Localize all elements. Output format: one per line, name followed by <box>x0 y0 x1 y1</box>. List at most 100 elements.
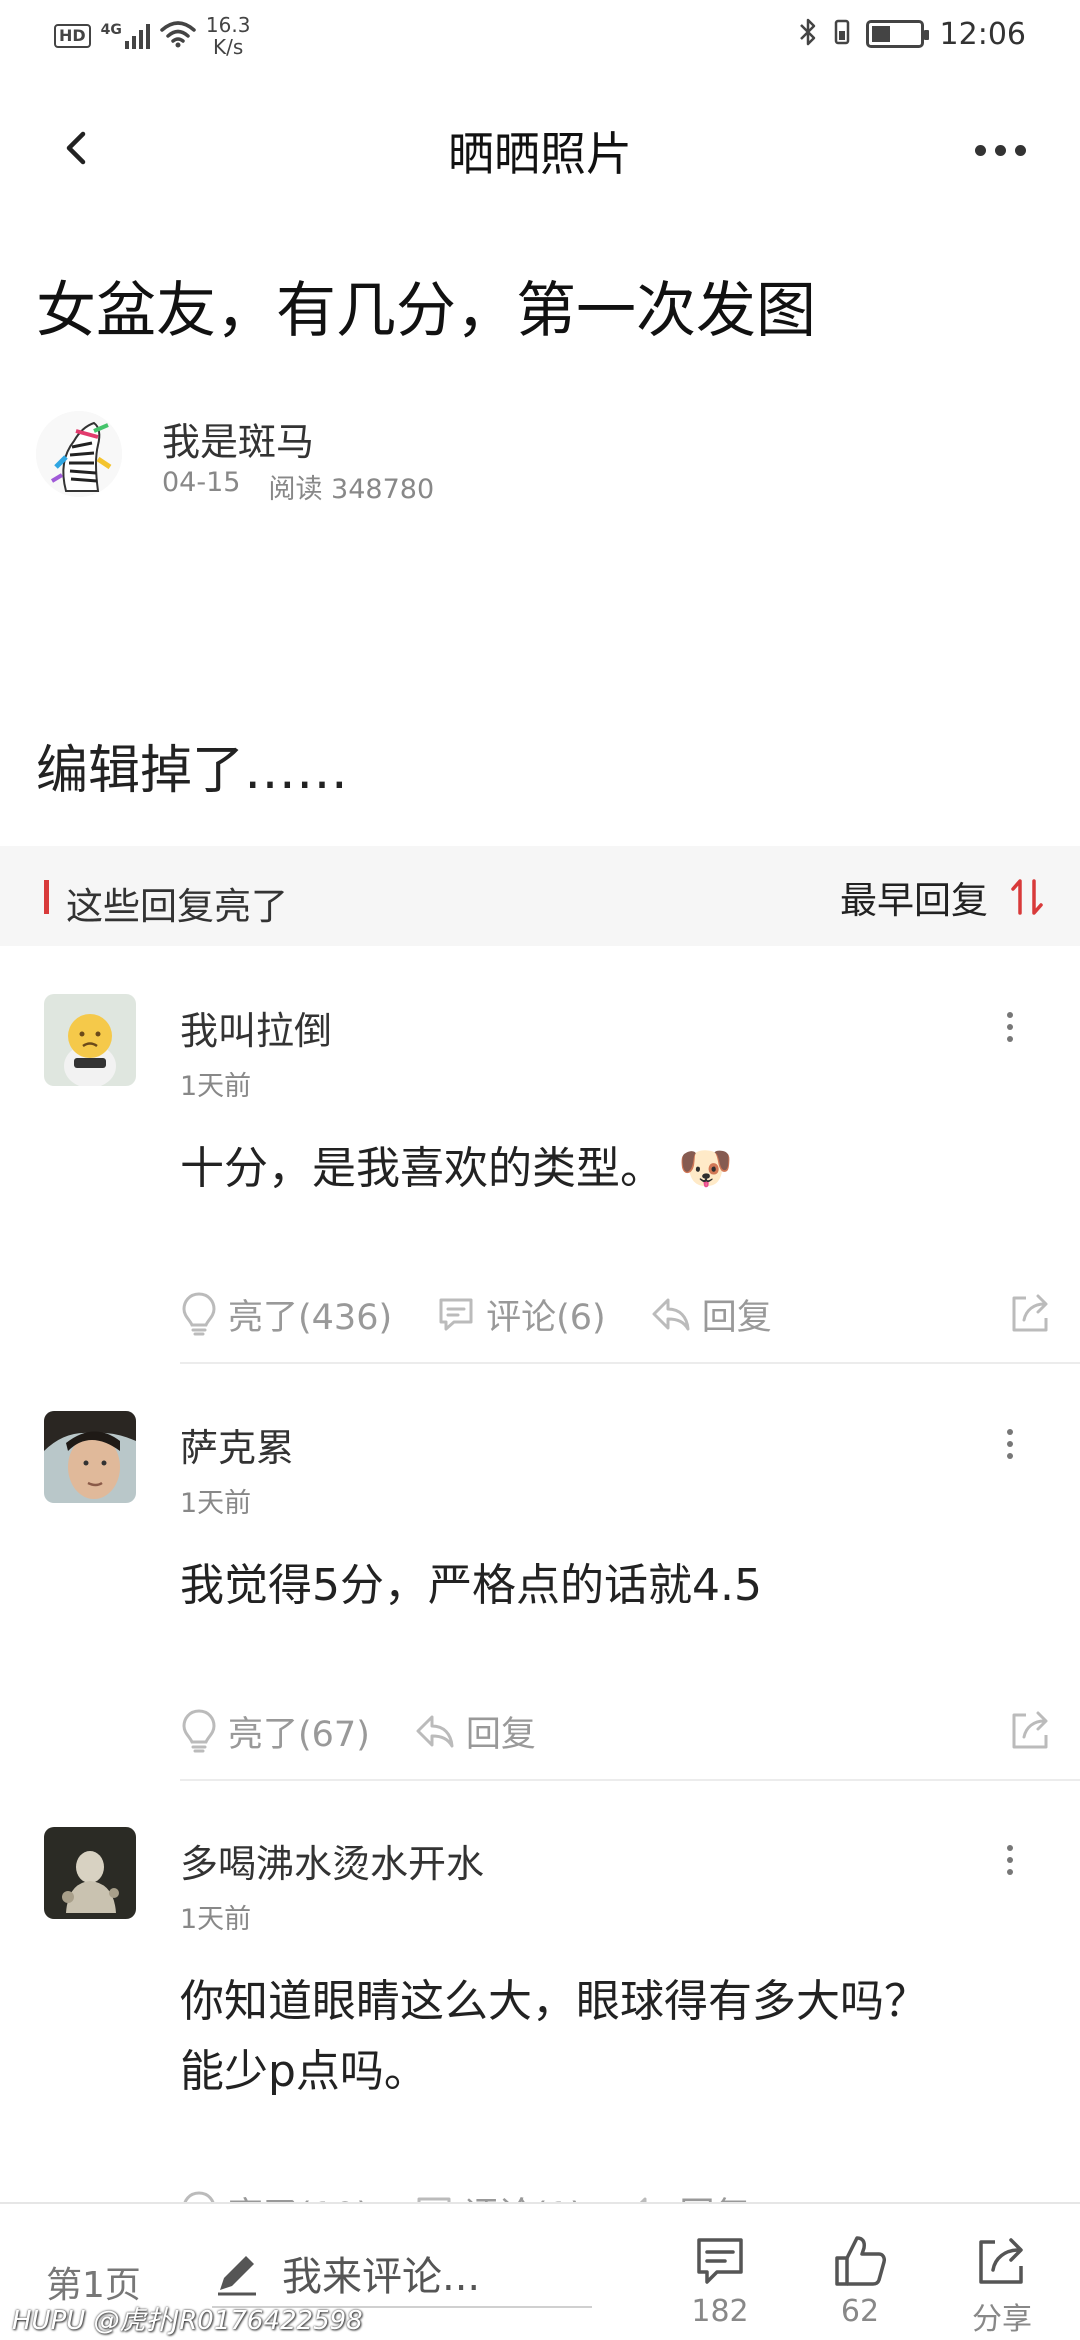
network-type: 4G <box>100 22 122 38</box>
portrait-avatar-icon <box>44 1411 136 1503</box>
comment-more-button[interactable] <box>990 1835 1030 1885</box>
reply-label: 回复 <box>701 1297 772 1338</box>
comment-item: 我叫拉倒 1天前 十分，是我喜欢的类型。 🐶 亮了(436) 评论(6) 回复 <box>0 994 1080 1414</box>
comment-button[interactable]: 评论(6) <box>436 1289 606 1340</box>
comment-text: 我觉得5分，严格点的话就4.5 <box>180 1560 762 1611</box>
commenter-avatar[interactable] <box>44 994 136 1086</box>
speed-value: 16.3 <box>205 13 251 37</box>
sort-arrows-icon <box>1011 879 1043 915</box>
dot <box>1007 1857 1013 1863</box>
dot <box>1007 1036 1013 1042</box>
share-icon <box>1012 1711 1048 1749</box>
share-button[interactable]: 分享 <box>962 2232 1042 2338</box>
reply-count: 182 <box>691 2294 749 2329</box>
lightbulb-icon <box>182 1292 216 1336</box>
like-button[interactable]: 62 <box>820 2232 900 2329</box>
commenter-name[interactable]: 多喝沸水烫水开水 <box>180 1833 484 1888</box>
author-avatar[interactable] <box>36 411 122 497</box>
battery-icon <box>865 20 929 48</box>
dot <box>1007 1429 1013 1435</box>
post-title: 女盆友，有几分，第一次发图 <box>36 276 816 346</box>
dot <box>1014 144 1026 156</box>
hd-badge: HD <box>54 24 91 48</box>
post-body: 编辑掉了…… <box>36 741 349 801</box>
comment-text: 你知道眼睛这么大，眼球得有多大吗？ 能少p点吗。 <box>180 1967 1040 2107</box>
post-author: 我是斑马 04-15 阅读 348780 <box>36 405 936 505</box>
light-count: 亮了(67) <box>228 1714 370 1755</box>
comment-actions: 亮了(436) 评论(6) 回复 <box>180 1284 1060 1344</box>
dot <box>1007 1024 1013 1030</box>
like-count: 62 <box>840 2294 880 2329</box>
comment-text-content: 十分，是我喜欢的类型。 <box>180 1143 664 1194</box>
light-button[interactable]: 亮了(67) <box>180 1706 370 1757</box>
zebra-avatar-icon <box>36 411 122 497</box>
dot <box>1007 1012 1013 1018</box>
network-speed: 16.3 K/s <box>206 14 251 58</box>
wifi-icon <box>160 20 196 52</box>
nav-header: 晒晒照片 <box>0 90 1080 200</box>
comment-input[interactable]: 我来评论... <box>212 2240 592 2308</box>
dot <box>994 144 1006 156</box>
dog-emoji-icon: 🐶 <box>678 1143 733 1194</box>
comment-more-button[interactable] <box>990 1002 1030 1052</box>
page-title: 晒晒照片 <box>448 127 632 181</box>
commenter-avatar[interactable] <box>44 1411 136 1503</box>
sort-toggle-button[interactable]: 最早回复 <box>840 870 1044 924</box>
sort-label: 最早回复 <box>840 879 988 922</box>
replies-button[interactable]: 182 <box>680 2232 760 2329</box>
photo-avatar-icon <box>44 1827 136 1919</box>
signal-icon: 4G <box>101 23 150 49</box>
post-date: 04-15 <box>162 467 241 498</box>
light-button[interactable]: 亮了(436) <box>180 1289 392 1340</box>
reply-button[interactable]: 回复 <box>414 1706 536 1757</box>
author-name[interactable]: 我是斑马 <box>162 411 314 466</box>
share-icon <box>979 2238 1023 2284</box>
bluetooth-icon <box>798 16 818 52</box>
divider <box>180 1362 1080 1364</box>
vibrate-icon <box>834 17 850 51</box>
dot <box>1007 1453 1013 1459</box>
section-accent-bar <box>44 880 49 914</box>
commenter-avatar[interactable] <box>44 1827 136 1919</box>
comment-actions: 亮了(67) 回复 <box>180 1701 1060 1761</box>
light-count: 亮了(436) <box>228 1297 393 1338</box>
comment-share-button[interactable] <box>1008 1290 1054 1340</box>
thumbs-up-icon <box>835 2236 886 2286</box>
dot <box>1007 1869 1013 1875</box>
comment-item: 多喝沸水烫水开水 1天前 你知道眼睛这么大，眼球得有多大吗？ 能少p点吗。 亮了… <box>0 1827 1080 2217</box>
post-meta: 04-15 阅读 348780 <box>162 467 434 506</box>
battery-fill <box>871 26 890 42</box>
status-right: 12:06 <box>798 16 1026 52</box>
status-bar: HD 4G 16.3 K/s 12:06 <box>0 0 1080 72</box>
comment-more-button[interactable] <box>990 1419 1030 1469</box>
status-left: HD 4G 16.3 K/s <box>54 14 250 58</box>
comment-item: 萨克累 1天前 我觉得5分，严格点的话就4.5 亮了(67) 回复 <box>0 1411 1080 1831</box>
reply-button[interactable]: 回复 <box>650 1289 772 1340</box>
share-icon <box>1012 1294 1048 1332</box>
comment-share-button[interactable] <box>1008 1707 1054 1757</box>
share-label: 分享 <box>972 2302 1032 2337</box>
dot <box>974 144 986 156</box>
lightbulb-icon <box>182 1709 216 1753</box>
reply-arrow-icon <box>416 1715 454 1748</box>
comment-time: 1天前 <box>180 1904 252 1935</box>
replies-section-header: 这些回复亮了 最早回复 <box>0 846 1080 946</box>
comment-count: 评论(6) <box>486 1297 606 1338</box>
read-count: 阅读 348780 <box>268 474 435 505</box>
commenter-name[interactable]: 我叫拉倒 <box>180 1000 332 1055</box>
commenter-name[interactable]: 萨克累 <box>180 1417 294 1472</box>
chat-bubble-icon <box>697 2238 743 2284</box>
speed-unit: K/s <box>213 35 244 59</box>
comment-text-line: 你知道眼睛这么大，眼球得有多大吗？ <box>180 1976 928 2027</box>
dot <box>1007 1441 1013 1447</box>
comment-bubble-icon <box>439 1298 473 1331</box>
pencil-icon <box>218 2256 256 2296</box>
reply-arrow-icon <box>652 1298 690 1331</box>
comment-time: 1天前 <box>180 1488 252 1519</box>
dot <box>1007 1845 1013 1851</box>
comment-placeholder: 我来评论... <box>282 2254 481 2300</box>
watermark: HUPU @虎扑JR0176422598 <box>12 2306 363 2336</box>
section-title: 这些回复亮了 <box>66 885 288 928</box>
more-options-button[interactable] <box>960 120 1040 180</box>
comment-text: 十分，是我喜欢的类型。 🐶 <box>180 1134 1040 1204</box>
